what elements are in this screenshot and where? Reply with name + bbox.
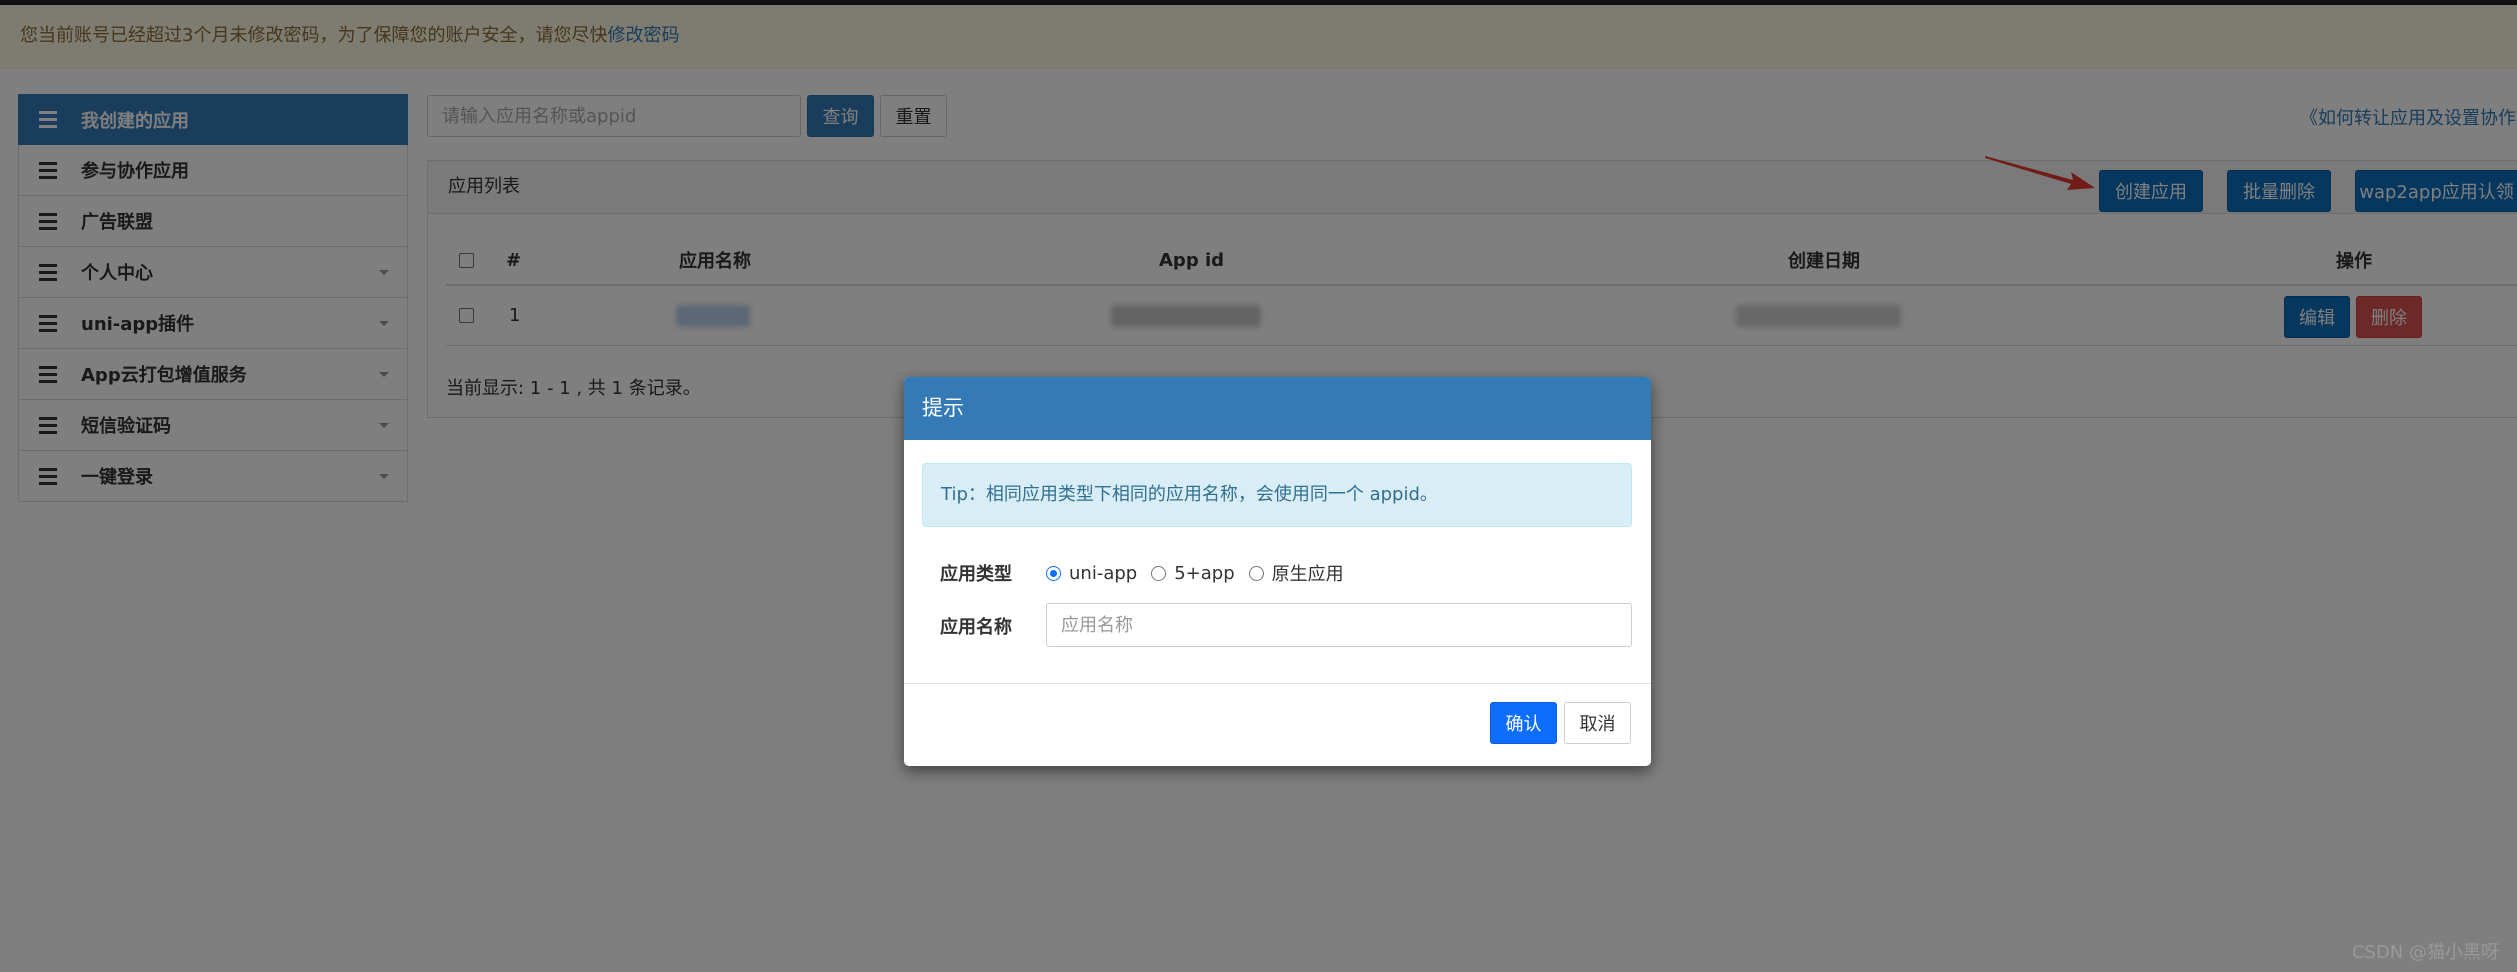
create-app-dialog: 提示 Tip：相同应用类型下相同的应用名称，会使用同一个 appid。 应用类型… (904, 377, 1651, 766)
app-type-radio-group: uni-app 5+app 原生应用 (1046, 560, 1358, 586)
app-type-option-uniapp[interactable]: uni-app (1046, 563, 1137, 584)
radio-button[interactable] (1046, 565, 1061, 581)
confirm-button[interactable]: 确认 (1490, 702, 1557, 744)
dialog-title: 提示 (904, 377, 1651, 440)
watermark: CSDN @猫小黑呀 (2351, 942, 2499, 963)
app-type-option-native[interactable]: 原生应用 (1248, 560, 1344, 586)
cancel-button[interactable]: 取消 (1564, 702, 1631, 744)
dialog-footer: 确认 取消 (904, 683, 1651, 766)
radio-button[interactable] (1248, 565, 1264, 581)
dialog-tip: Tip：相同应用类型下相同的应用名称，会使用同一个 appid。 (922, 463, 1632, 527)
app-type-label: 应用类型 (940, 564, 1012, 585)
radio-button[interactable] (1151, 565, 1167, 581)
app-type-option-5plus[interactable]: 5+app (1151, 563, 1235, 584)
app-name-label: 应用名称 (940, 617, 1012, 638)
app-name-input[interactable] (1046, 603, 1632, 647)
